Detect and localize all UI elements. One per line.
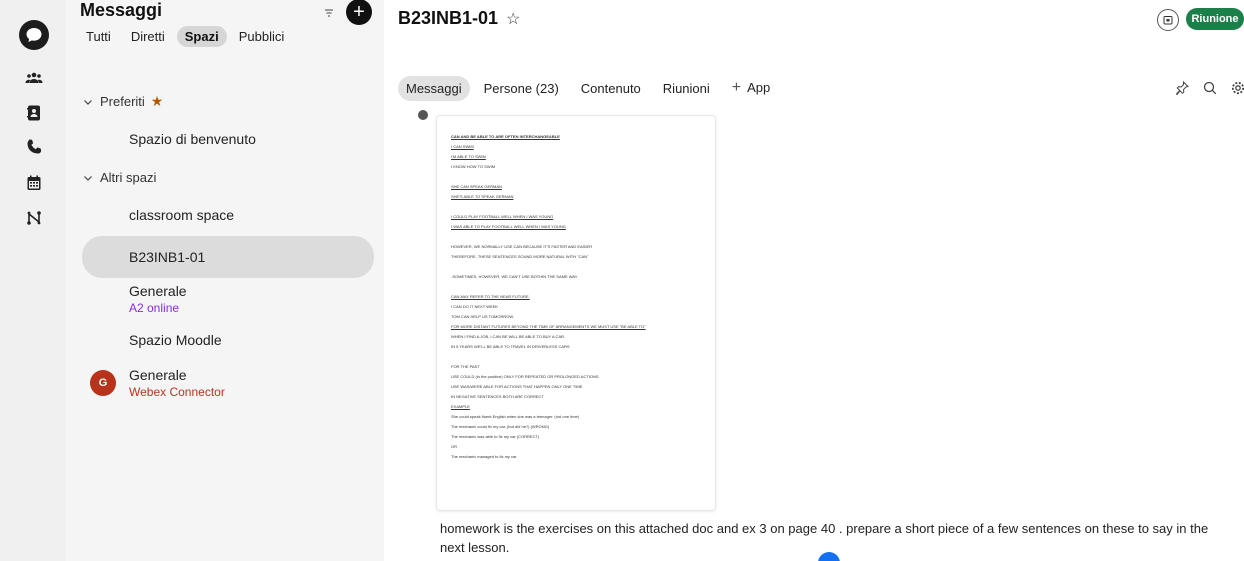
- timestamp-clock-icon: [418, 110, 428, 120]
- doc-line: -SOMETIMES, HOWEVER, WE CAN'T USE BOTHIN…: [451, 274, 578, 279]
- plus-icon: +: [731, 79, 742, 96]
- tab-persone[interactable]: Persone (23): [476, 76, 567, 101]
- spaces-sidebar: Messaggi + Tutti Diretti Spazi Pubblici …: [66, 0, 384, 561]
- sidebar-item-generale-webex[interactable]: G Generale Webex Connector: [82, 364, 374, 402]
- avatar: G: [90, 370, 116, 396]
- chevron-down-icon: [84, 175, 92, 181]
- tab-messaggi[interactable]: Messaggi: [398, 75, 470, 101]
- favorite-star-outline-icon[interactable]: ☆: [506, 9, 520, 29]
- contacts-icon[interactable]: [19, 98, 49, 128]
- left-rail: [0, 0, 66, 561]
- sidebar-item-label: classroom space: [129, 207, 235, 223]
- sidebar-item-generale-a2[interactable]: Generale A2 online: [82, 280, 374, 318]
- new-message-button[interactable]: +: [346, 0, 372, 25]
- doc-line: SHE CAN SPEAK GERMAN: [451, 184, 502, 189]
- doc-line: The mechanic was able to fix my car (COR…: [451, 434, 540, 439]
- doc-line: I'M ABLE TO SWIM: [451, 154, 486, 159]
- attached-document-preview[interactable]: CAN AND BE ABLE TO ARE OFTEN INTERCHANGE…: [436, 115, 716, 511]
- doc-line: USE WAS/WERE ABLE FOR ACTIONS THAT HAPPE…: [451, 384, 583, 389]
- doc-line: She could speak fluent English when she …: [451, 414, 580, 419]
- doc-line: CAN MAY REFER TO THE NEAR FUTURE.: [451, 294, 530, 299]
- meeting-button[interactable]: Riunione: [1186, 8, 1244, 30]
- space-tools: [1174, 80, 1244, 96]
- doc-line: The mechanic could fix my car. (but did …: [451, 424, 550, 429]
- filter-icon[interactable]: [321, 5, 337, 21]
- tab-diretti[interactable]: Diretti: [123, 26, 173, 47]
- tab-pubblici[interactable]: Pubblici: [231, 26, 293, 47]
- doc-spacer: [451, 282, 701, 292]
- space-main: B23INB1-01 ☆ Riunione Messaggi Persone (…: [384, 0, 1244, 561]
- sidebar-title: Messaggi: [80, 0, 163, 20]
- teams-icon[interactable]: [19, 63, 49, 93]
- doc-line: OR: [451, 444, 457, 449]
- doc-line: The mechanic managed to fix my car: [451, 454, 517, 459]
- tab-app[interactable]: + App: [724, 74, 778, 102]
- doc-line: I CAN SWIM: [451, 144, 474, 149]
- doc-spacer: [451, 202, 701, 212]
- space-tabs: Messaggi Persone (23) Contenuto Riunioni…: [398, 74, 778, 102]
- sidebar-item-label: Spazio Moodle: [129, 332, 222, 348]
- tab-tutti[interactable]: Tutti: [78, 26, 119, 47]
- schedule-icon[interactable]: [1157, 9, 1179, 31]
- doc-line: CAN AND BE ABLE TO ARE OFTEN INTERCHANGE…: [451, 134, 560, 139]
- pin-icon[interactable]: [1174, 80, 1190, 96]
- sidebar-item-sublabel: Webex Connector: [129, 385, 225, 399]
- sidebar-item-label: Generale: [129, 283, 187, 299]
- webex-app: Messaggi + Tutti Diretti Spazi Pubblici …: [0, 0, 1244, 561]
- tab-contenuto[interactable]: Contenuto: [573, 76, 649, 101]
- section-other-spaces-label: Altri spazi: [100, 170, 157, 185]
- doc-line: SHE'S ABLE TO SPEAK GERMAN: [451, 194, 514, 199]
- doc-spacer: [451, 172, 701, 182]
- sidebar-item-label: Generale: [129, 367, 187, 383]
- doc-spacer: [451, 232, 701, 242]
- doc-spacer: [451, 262, 701, 272]
- space-header: B23INB1-01 ☆: [398, 8, 520, 29]
- gear-icon[interactable]: [1230, 80, 1244, 96]
- sidebar-item-spazio-di-benvenuto[interactable]: Spazio di benvenuto: [82, 121, 374, 157]
- doc-spacer: [451, 352, 701, 362]
- section-favorites-label: Preferiti: [100, 94, 145, 109]
- section-favorites[interactable]: Preferiti ★: [82, 93, 163, 110]
- doc-line: I KNOW HOW TO SWIM: [451, 164, 496, 169]
- tab-riunioni[interactable]: Riunioni: [655, 76, 718, 101]
- sidebar-item-b23inb1-01[interactable]: B23INB1-01: [82, 236, 374, 278]
- doc-line: HOWEVER, WE NORMALLY USE CAN BECAUSE IT'…: [451, 244, 593, 249]
- doc-line: FOR MORE DISTANT FUTURES BEYOND THE TIME…: [451, 324, 646, 329]
- section-other-spaces[interactable]: Altri spazi: [82, 170, 156, 185]
- tab-app-label: App: [747, 80, 771, 95]
- doc-line: TOM CAN HELP US TOMORROW.: [451, 314, 515, 319]
- doc-line: FOR THE PAST: [451, 364, 480, 369]
- sidebar-filter-tabs: Tutti Diretti Spazi Pubblici: [78, 26, 292, 47]
- workflow-icon[interactable]: [19, 203, 49, 233]
- sidebar-item-label: Spazio di benvenuto: [129, 131, 256, 147]
- doc-line: EXAMPLE: [451, 404, 470, 409]
- space-title: B23INB1-01: [398, 8, 499, 28]
- doc-line: I WAS ABLE TO PLAY FOOTBALL WELL WHEN I …: [451, 224, 566, 229]
- chat-bubble-icon[interactable]: [19, 20, 49, 50]
- sidebar-item-spazio-moodle[interactable]: Spazio Moodle: [82, 322, 374, 358]
- doc-line: USE COULD (in the positive) ONLY FOR REP…: [451, 374, 599, 379]
- tab-spazi[interactable]: Spazi: [176, 26, 227, 47]
- calendar-icon[interactable]: [19, 168, 49, 198]
- doc-line: I COULD PLAY FOOTBALL WELL WHEN I WAS YO…: [451, 214, 554, 219]
- doc-line: I CAN DO IT NEXT WEEK: [451, 304, 498, 309]
- sidebar-item-sublabel: A2 online: [129, 301, 180, 315]
- doc-line: IN NEGATIVE SENTENCES BOTH ARE CORRECT: [451, 394, 544, 399]
- sidebar-item-classroom-space[interactable]: classroom space: [82, 197, 374, 233]
- favorite-star-icon: ★: [150, 93, 164, 109]
- search-icon[interactable]: [1202, 80, 1218, 96]
- chevron-down-icon: [84, 99, 92, 105]
- doc-line: WHEN I FIND A JOB, I CAN BE WILL BE ABLE…: [451, 334, 566, 339]
- doc-line: IN 5 YEARS WE'LL BE ABLE TO TRAVEL IN DR…: [451, 344, 570, 349]
- sidebar-item-label: B23INB1-01: [129, 249, 206, 265]
- phone-icon[interactable]: [19, 132, 49, 162]
- doc-line: THEREFORE, THESE SENTENCES SOUND MORE NA…: [451, 254, 589, 259]
